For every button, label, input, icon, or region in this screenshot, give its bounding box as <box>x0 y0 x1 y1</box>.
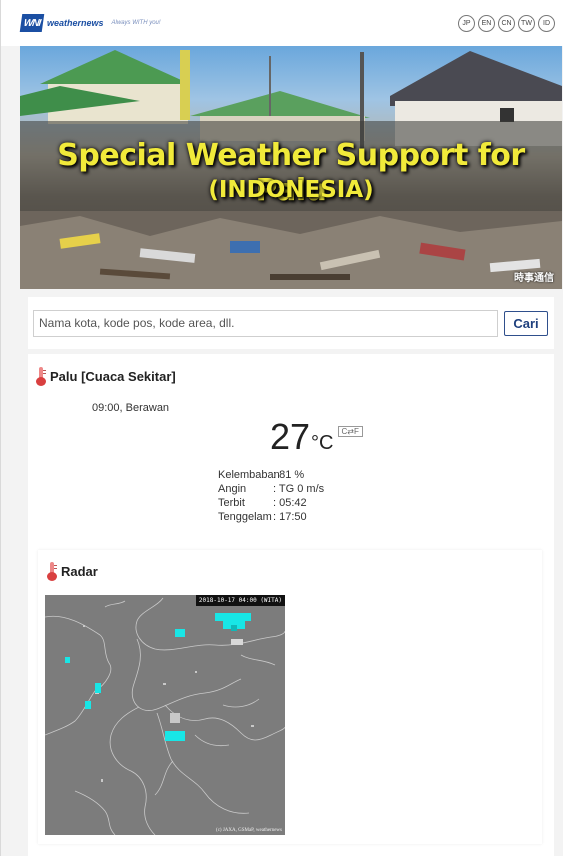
detail-value: : 05:42 <box>273 497 307 509</box>
radar-timestamp: 2018-10-17 04:00 (WITA) <box>195 595 285 606</box>
detail-value: : 81 % <box>273 469 305 481</box>
hero-subtitle: (INDONESIA) <box>208 177 374 203</box>
search-bar: Cari <box>28 297 554 349</box>
radar-card: Radar 2018-10-17 04:00 (WITA) (c) JAXA, … <box>38 550 542 844</box>
radar-map[interactable]: 2018-10-17 04:00 (WITA) (c) JAXA, GSMaP,… <box>45 595 285 835</box>
lang-button-id[interactable]: ID <box>538 14 555 32</box>
detail-row-sunrise: Terbit : 05:42 <box>218 496 324 510</box>
logo[interactable]: WNI weathernews Always WITH you! <box>19 14 161 32</box>
lang-button-en[interactable]: EN <box>478 14 495 32</box>
header-bar: WNI weathernews Always WITH you! JP EN C… <box>1 0 563 46</box>
detail-row-sunset: Tenggelam : 17:50 <box>218 510 324 524</box>
radar-heading: Radar <box>47 562 98 581</box>
unit-toggle-button[interactable]: C⇄F <box>337 425 363 437</box>
weather-details: Kelembaban : 81 % Angin : TG 0 m/s Terbi… <box>218 468 324 524</box>
hero-banner[interactable]: Special Weather Support for Palu (INDONE… <box>20 46 562 289</box>
lang-button-jp[interactable]: JP <box>458 14 475 32</box>
detail-label: Kelembaban <box>218 469 280 481</box>
language-switcher: JP EN CN TW ID <box>458 14 555 32</box>
lang-button-cn[interactable]: CN <box>498 14 515 32</box>
page: WNI weathernews Always WITH you! JP EN C… <box>1 0 563 856</box>
search-input[interactable] <box>33 309 498 337</box>
lang-button-tw[interactable]: TW <box>518 14 535 32</box>
temperature-unit: °C <box>311 432 334 454</box>
search-button[interactable]: Cari <box>504 310 548 336</box>
temperature-value: 27 <box>270 416 311 457</box>
logo-tagline: Always WITH you! <box>111 20 161 26</box>
current-weather-card: Palu [Cuaca Sekitar] 09:00, Berawan 27 °… <box>28 354 554 856</box>
hero-photo-credit: 時事通信 <box>514 273 554 284</box>
thermometer-icon <box>47 562 57 581</box>
radar-copyright: (c) JAXA, GSMaP, weathernews <box>216 828 282 833</box>
temperature-display: 27 °C C⇄F <box>270 416 363 458</box>
detail-row-wind: Angin : TG 0 m/s <box>218 482 324 496</box>
detail-label: Tenggelam <box>218 511 272 523</box>
radar-map-image <box>45 597 285 835</box>
logo-text: weathernews <box>47 18 104 28</box>
detail-label: Terbit <box>218 497 245 509</box>
detail-value: : TG 0 m/s <box>273 483 325 495</box>
logo-mark-icon: WNI <box>19 14 45 32</box>
detail-value: : 17:50 <box>273 511 307 523</box>
detail-row-humidity: Kelembaban : 81 % <box>218 468 324 482</box>
radar-title: Radar <box>61 563 98 579</box>
location-heading: Palu [Cuaca Sekitar] <box>36 367 176 386</box>
location-title: Palu [Cuaca Sekitar] <box>50 368 176 384</box>
detail-label: Angin <box>218 483 247 495</box>
observation-time-condition: 09:00, Berawan <box>92 402 170 414</box>
thermometer-icon <box>36 367 46 386</box>
